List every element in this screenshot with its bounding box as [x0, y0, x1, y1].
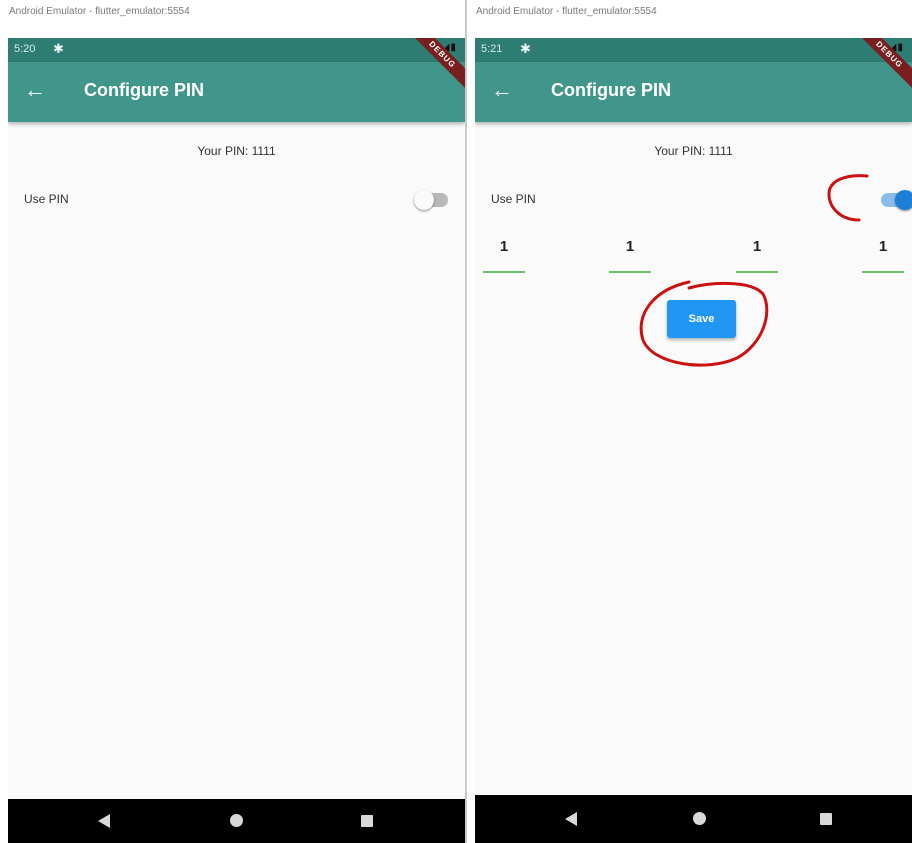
pin-digit-field[interactable]: 1	[609, 238, 651, 255]
status-time: 5:20	[14, 43, 36, 55]
status-bar: 5:20 ✱ ▼◢▮	[8, 38, 465, 62]
navigation-bar	[475, 795, 912, 843]
pin-digit-underline	[483, 271, 525, 273]
navigation-bar	[8, 799, 465, 843]
gear-icon: ✱	[520, 41, 531, 56]
device-screen: 5:20 ✱ ▼◢▮ ← Configure PIN DEBUG Your PI…	[8, 38, 465, 843]
window-title: Android Emulator - flutter_emulator:5554	[476, 6, 657, 17]
save-button[interactable]: Save	[667, 300, 736, 338]
arrow-left-icon[interactable]: ←	[24, 76, 46, 104]
toggle-thumb	[414, 190, 434, 210]
status-bar: 5:21 ✱ ▼◢▮	[475, 38, 912, 62]
square-recent-icon[interactable]	[820, 813, 832, 825]
right-emulator-window: Android Emulator - flutter_emulator:5554…	[467, 0, 912, 843]
circle-home-icon[interactable]	[230, 814, 243, 827]
app-bar: ← Configure PIN	[8, 62, 465, 122]
circle-home-icon[interactable]	[693, 812, 706, 825]
left-emulator-window: Android Emulator - flutter_emulator:5554…	[0, 0, 465, 843]
pin-digit-field[interactable]: 1	[483, 238, 525, 255]
use-pin-label: Use PIN	[491, 192, 536, 206]
triangle-back-icon[interactable]	[98, 814, 110, 828]
pin-digit-underline	[609, 271, 651, 273]
arrow-left-icon[interactable]: ←	[491, 76, 513, 104]
pin-digit-underline	[736, 271, 778, 273]
triangle-back-icon[interactable]	[565, 812, 577, 826]
window-title: Android Emulator - flutter_emulator:5554	[9, 6, 190, 17]
pin-digit-field[interactable]: 1	[862, 238, 904, 255]
gear-icon: ✱	[53, 41, 64, 56]
pin-digit-underline	[862, 271, 904, 273]
use-pin-label: Use PIN	[24, 192, 69, 206]
square-recent-icon[interactable]	[361, 815, 373, 827]
page-title: Configure PIN	[84, 80, 204, 100]
pin-digit-field[interactable]: 1	[736, 238, 778, 255]
current-pin-text: Your PIN: 1111	[654, 144, 733, 158]
device-screen: 5:21 ✱ ▼◢▮ ← Configure PIN DEBUG Your PI…	[475, 38, 912, 843]
page-title: Configure PIN	[551, 80, 671, 100]
status-time: 5:21	[481, 43, 503, 55]
current-pin-text: Your PIN: 1111	[197, 144, 276, 158]
toggle-thumb	[895, 190, 912, 210]
app-bar: ← Configure PIN	[475, 62, 912, 122]
